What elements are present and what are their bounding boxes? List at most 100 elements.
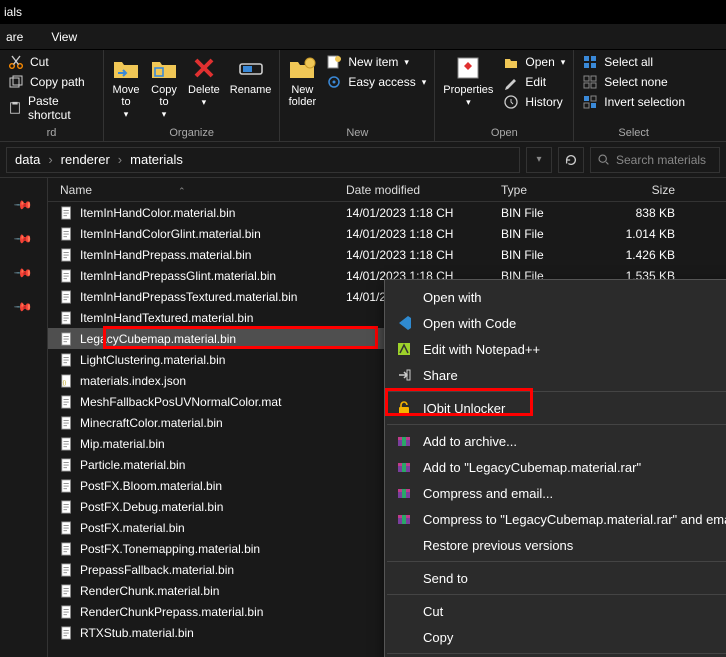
ctx-copy[interactable]: Copy bbox=[385, 624, 726, 650]
open-button[interactable]: Open ▾ bbox=[503, 54, 565, 70]
file-row[interactable]: ItemInHandColorGlint.material.bin 14/01/2… bbox=[48, 223, 726, 244]
copy-to-button[interactable]: Copy to▾ bbox=[150, 54, 178, 120]
select-none-button[interactable]: Select none bbox=[582, 74, 685, 90]
breadcrumb-segment[interactable]: data bbox=[15, 152, 40, 167]
rename-button[interactable]: Rename bbox=[230, 54, 272, 96]
file-icon bbox=[60, 332, 74, 346]
ribbon-group-clipboard: Cut Copy path Paste shortcut rd bbox=[0, 50, 104, 141]
file-date: 14/01/2023 1:18 CH bbox=[346, 248, 501, 262]
window-title: ials bbox=[4, 5, 22, 19]
delete-icon bbox=[190, 54, 218, 82]
delete-button[interactable]: Delete▾ bbox=[188, 54, 220, 108]
separator bbox=[387, 561, 726, 562]
nav-pane[interactable]: 📌 📌 📌 📌 bbox=[0, 178, 48, 657]
search-placeholder: Search materials bbox=[616, 153, 706, 167]
file-name: ItemInHandPrepassTextured.material.bin bbox=[80, 290, 297, 304]
separator bbox=[387, 391, 726, 392]
file-name: MinecraftColor.material.bin bbox=[80, 416, 223, 430]
column-header-type[interactable]: Type bbox=[501, 183, 591, 197]
winrar-icon bbox=[395, 510, 413, 528]
ctx-compress-rar-email[interactable]: Compress to "LegacyCubemap.material.rar"… bbox=[385, 506, 726, 532]
pin-icon[interactable]: 📌 bbox=[13, 229, 33, 249]
search-input[interactable]: Search materials bbox=[590, 147, 720, 173]
file-name: ItemInHandColorGlint.material.bin bbox=[80, 227, 261, 241]
address-bar: data › renderer › materials ▾ Search mat… bbox=[0, 142, 726, 178]
select-all-button[interactable]: Select all bbox=[582, 54, 685, 70]
file-date: 14/01/2023 1:18 CH bbox=[346, 227, 501, 241]
column-header-size[interactable]: Size bbox=[591, 183, 691, 197]
iobit-unlocker-icon bbox=[395, 399, 413, 417]
history-button[interactable]: History bbox=[503, 94, 565, 110]
file-row[interactable]: ItemInHandPrepass.material.bin14/01/2023… bbox=[48, 244, 726, 265]
cut-button[interactable]: Cut bbox=[8, 54, 95, 70]
file-icon bbox=[60, 290, 74, 304]
file-icon bbox=[60, 500, 74, 514]
file-icon bbox=[60, 626, 74, 640]
file-name: RenderChunkPrepass.material.bin bbox=[80, 605, 263, 619]
file-icon bbox=[60, 458, 74, 472]
ctx-share[interactable]: Share bbox=[385, 362, 726, 388]
file-name: PostFX.material.bin bbox=[80, 521, 185, 535]
file-icon bbox=[60, 437, 74, 451]
tab-view[interactable]: View bbox=[51, 30, 77, 44]
ctx-iobit-unlocker[interactable]: IObit Unlocker bbox=[385, 395, 726, 421]
file-icon bbox=[60, 353, 74, 367]
refresh-button[interactable] bbox=[558, 147, 584, 173]
new-folder-icon bbox=[288, 54, 316, 82]
column-header-name[interactable]: Name⌃ bbox=[48, 183, 346, 197]
history-icon bbox=[503, 94, 519, 110]
easy-access-button[interactable]: Easy access ▾ bbox=[326, 74, 426, 90]
copy-path-button[interactable]: Copy path bbox=[8, 74, 95, 90]
ctx-restore-versions[interactable]: Restore previous versions bbox=[385, 532, 726, 558]
ctx-compress-email[interactable]: Compress and email... bbox=[385, 480, 726, 506]
breadcrumb-segment[interactable]: renderer bbox=[61, 152, 110, 167]
file-icon bbox=[60, 563, 74, 577]
file-name: Mip.material.bin bbox=[80, 437, 165, 451]
invert-selection-button[interactable]: Invert selection bbox=[582, 94, 685, 110]
new-folder-button[interactable]: New folder bbox=[288, 54, 316, 108]
ribbon-group-organize: Move to▾ Copy to▾ Delete▾ Rename Organiz… bbox=[104, 50, 280, 141]
file-icon bbox=[60, 311, 74, 325]
paste-shortcut-button[interactable]: Paste shortcut bbox=[8, 94, 95, 122]
svg-text:{}: {} bbox=[63, 380, 67, 386]
breadcrumb-segment[interactable]: materials bbox=[130, 152, 183, 167]
ribbon-group-new: New folder New item ▾ Easy access ▾ New bbox=[280, 50, 435, 141]
edit-button[interactable]: Edit bbox=[503, 74, 565, 90]
history-dropdown-button[interactable]: ▾ bbox=[526, 147, 552, 173]
new-item-button[interactable]: New item ▾ bbox=[326, 54, 426, 70]
ribbon-group-select: Select all Select none Invert selection … bbox=[574, 50, 693, 141]
file-type: BIN File bbox=[501, 248, 591, 262]
ctx-open-with[interactable]: Open with▶ bbox=[385, 284, 726, 310]
share-icon bbox=[395, 366, 413, 384]
ctx-open-with-code[interactable]: Open with Code bbox=[385, 310, 726, 336]
ctx-send-to[interactable]: Send to▶ bbox=[385, 565, 726, 591]
window-titlebar: ials bbox=[0, 0, 726, 24]
rename-icon bbox=[237, 54, 265, 82]
file-size: 838 KB bbox=[591, 206, 691, 220]
pin-icon[interactable]: 📌 bbox=[13, 263, 33, 283]
context-menu: Open with▶ Open with Code Edit with Note… bbox=[384, 279, 726, 657]
tab-share[interactable]: are bbox=[6, 30, 23, 44]
file-row[interactable]: ItemInHandColor.material.bin14/01/2023 1… bbox=[48, 202, 726, 223]
ctx-add-rar[interactable]: Add to "LegacyCubemap.material.rar" bbox=[385, 454, 726, 480]
properties-button[interactable]: Properties▾ bbox=[443, 54, 493, 108]
ctx-cut[interactable]: Cut bbox=[385, 598, 726, 624]
vscode-icon bbox=[395, 314, 413, 332]
properties-icon bbox=[454, 54, 482, 82]
file-icon bbox=[60, 248, 74, 262]
breadcrumb[interactable]: data › renderer › materials bbox=[6, 147, 520, 173]
file-icon bbox=[60, 479, 74, 493]
ctx-add-archive[interactable]: Add to archive... bbox=[385, 428, 726, 454]
move-to-button[interactable]: Move to▾ bbox=[112, 54, 140, 120]
file-name: PostFX.Tonemapping.material.bin bbox=[80, 542, 260, 556]
pin-icon[interactable]: 📌 bbox=[13, 297, 33, 317]
easy-access-icon bbox=[326, 74, 342, 90]
file-name: materials.index.json bbox=[80, 374, 186, 388]
file-size: 1.014 KB bbox=[591, 227, 691, 241]
pin-icon[interactable]: 📌 bbox=[13, 195, 33, 215]
ctx-edit-notepad[interactable]: Edit with Notepad++ bbox=[385, 336, 726, 362]
column-header-date[interactable]: Date modified bbox=[346, 183, 501, 197]
file-icon bbox=[60, 542, 74, 556]
file-name: LightClustering.material.bin bbox=[80, 353, 225, 367]
separator bbox=[387, 653, 726, 654]
